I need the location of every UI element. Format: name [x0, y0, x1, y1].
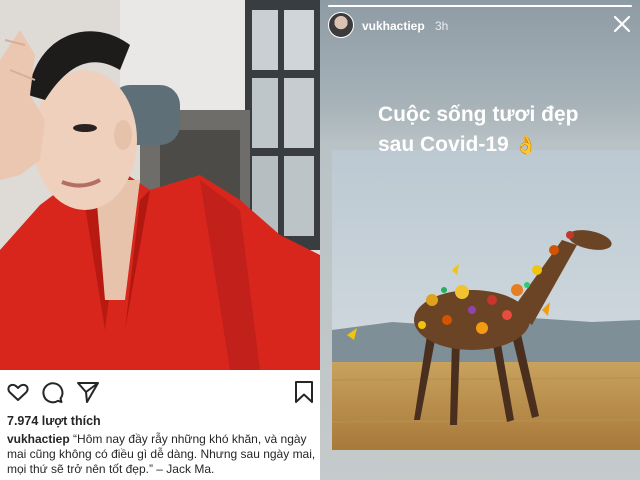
send-icon[interactable] [76, 380, 100, 404]
bookmark-icon[interactable] [292, 380, 316, 404]
story-caption: Cuộc sống tươi đẹp sau Covid-19 👌 [378, 100, 618, 160]
instagram-story: vukhactiep 3h Cuộc sống tươi đẹp sau Cov… [320, 0, 640, 480]
caption-username[interactable]: vukhactiep [7, 432, 70, 446]
story-timestamp: 3h [435, 19, 449, 33]
post-action-bar [0, 372, 320, 412]
story-caption-text: Cuộc sống tươi đẹp sau Covid-19 [378, 103, 579, 156]
comment-icon[interactable] [40, 380, 64, 404]
post-caption: vukhactiep “Hôm nay đầy rẫy những khó kh… [7, 432, 317, 477]
avatar[interactable] [328, 12, 354, 38]
close-icon[interactable] [612, 14, 632, 34]
instagram-post: 7.974 lượt thích vukhactiep “Hôm nay đầy… [0, 0, 320, 480]
flower-giraffe-image-icon [332, 150, 640, 450]
post-photo[interactable] [0, 0, 320, 370]
story-username[interactable]: vukhactiep [362, 19, 425, 33]
heart-icon[interactable] [6, 380, 30, 404]
story-progress-fill [328, 5, 632, 7]
story-header: vukhactiep 3h [328, 12, 632, 40]
story-progress-bar [328, 5, 632, 7]
ok-hand-emoji: 👌 [514, 135, 537, 156]
likes-count[interactable]: 7.974 lượt thích [7, 414, 101, 428]
selfie-photo-icon [0, 0, 320, 370]
